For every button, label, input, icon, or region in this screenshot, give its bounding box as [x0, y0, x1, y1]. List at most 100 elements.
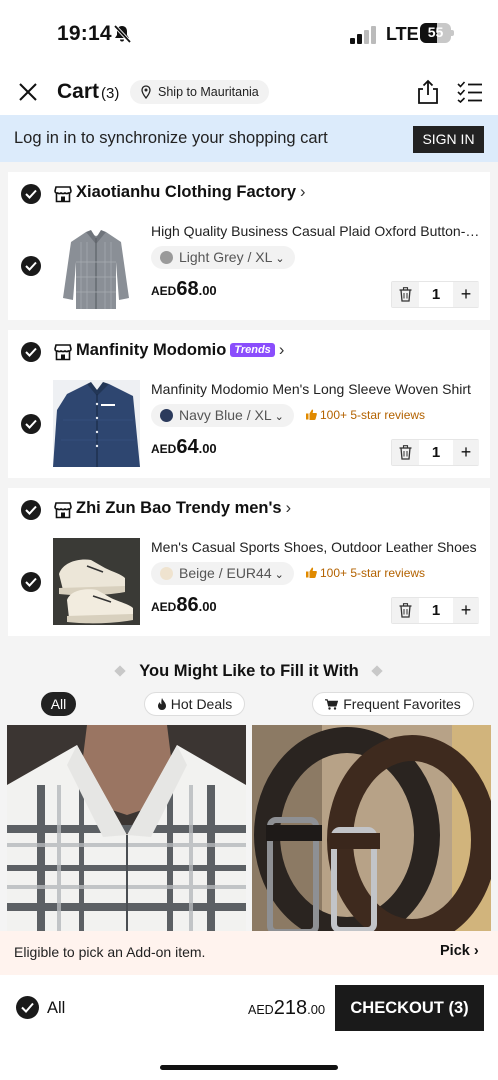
price-currency: AED — [151, 284, 177, 298]
recommendations-section: You Might Like to Fill it With All Hot D… — [0, 636, 498, 936]
store-checkbox[interactable] — [21, 500, 41, 520]
chip-label: Frequent Favorites — [343, 696, 461, 712]
item-checkbox[interactable] — [21, 256, 41, 276]
store-icon — [54, 502, 72, 519]
variant-selector[interactable]: Navy Blue / XL ⌄ — [151, 404, 294, 427]
increase-quantity-button[interactable]: + — [453, 282, 479, 307]
product-title[interactable]: High Quality Business Casual Plaid Oxfor… — [151, 223, 481, 239]
check-icon — [25, 505, 37, 515]
product-image[interactable] — [53, 538, 140, 625]
item-price: AED68.00 — [151, 278, 217, 301]
reviews-text: 100+ 5-star reviews — [320, 566, 426, 580]
trash-icon — [399, 603, 412, 618]
select-all-checkbox[interactable] — [16, 996, 39, 1019]
ship-to-selector[interactable]: Ship to Mauritania — [130, 80, 269, 104]
chip-label: Hot Deals — [170, 696, 233, 712]
product-title[interactable]: Men's Casual Sports Shoes, Outdoor Leath… — [151, 539, 481, 555]
share-icon[interactable] — [416, 79, 440, 105]
location-pin-icon — [141, 85, 151, 99]
reviews-badge: 100+ 5-star reviews — [306, 566, 425, 580]
price-currency: AED — [151, 442, 177, 456]
product-title[interactable]: Manfinity Modomio Men's Long Sleeve Wove… — [151, 381, 481, 397]
page-title-text: Cart — [57, 80, 100, 103]
select-all-label[interactable]: All — [47, 999, 65, 1018]
thumbs-up-icon — [306, 409, 317, 420]
item-price: AED64.00 — [151, 436, 217, 459]
product-image[interactable] — [53, 380, 140, 467]
store-name[interactable]: Manfinity Modomio Trends › — [76, 341, 284, 360]
delete-button[interactable] — [392, 282, 419, 307]
increase-quantity-button[interactable]: + — [453, 598, 479, 623]
network-label: LTE — [386, 24, 419, 44]
trash-icon — [399, 287, 412, 302]
reviews-badge: 100+ 5-star reviews — [306, 408, 425, 422]
bell-muted-icon — [113, 24, 132, 44]
cart-store-group: Manfinity Modomio Trends › Manfinity Modom… — [8, 330, 490, 478]
check-icon — [25, 419, 37, 429]
variant-selector[interactable]: Light Grey / XL ⌄ — [151, 246, 295, 269]
price-integer: 86 — [176, 594, 199, 616]
item-checkbox[interactable] — [21, 572, 41, 592]
filter-chip-frequent-favorites[interactable]: Frequent Favorites — [312, 692, 474, 716]
store-name-text: Xiaotianhu Clothing Factory — [76, 183, 297, 201]
recommended-product-image[interactable] — [7, 725, 246, 936]
store-icon — [54, 186, 72, 203]
store-name-text: Zhi Zun Bao Trendy men's — [76, 499, 282, 517]
checkout-bar: All AED218.00 CHECKOUT (3) — [0, 975, 498, 1080]
store-name-text: Manfinity Modomio — [76, 341, 227, 359]
store-name[interactable]: Xiaotianhu Clothing Factory › — [76, 183, 306, 202]
delete-button[interactable] — [392, 440, 419, 465]
addon-bar: Eligible to pick an Add-on item. Pick › — [0, 931, 498, 975]
sign-in-button[interactable]: SIGN IN — [413, 126, 484, 153]
check-icon — [25, 261, 37, 271]
filter-chip-all[interactable]: All — [41, 692, 76, 716]
product-image[interactable] — [53, 222, 140, 309]
item-price: AED86.00 — [151, 594, 217, 617]
price-integer: 64 — [176, 436, 199, 458]
quantity-value[interactable]: 1 — [420, 440, 452, 465]
price-decimal: .00 — [198, 599, 217, 614]
cart-store-group: Xiaotianhu Clothing Factory › High Qualit… — [8, 172, 490, 320]
battery-level: 55 — [427, 24, 444, 40]
item-checkbox[interactable] — [21, 414, 41, 434]
store-checkbox[interactable] — [21, 342, 41, 362]
battery-icon: 55 — [420, 23, 454, 43]
recommendations-title: You Might Like to Fill it With — [139, 662, 359, 680]
delete-button[interactable] — [392, 598, 419, 623]
login-banner: Log in in to synchronize your shopping c… — [0, 115, 498, 162]
increase-quantity-button[interactable]: + — [453, 440, 479, 465]
cart-icon — [325, 699, 339, 710]
chip-label: All — [50, 696, 67, 712]
total-integer: 218 — [273, 997, 308, 1019]
flame-icon — [157, 698, 166, 710]
check-icon — [25, 577, 37, 587]
variant-selector[interactable]: Beige / EUR44 ⌄ — [151, 562, 294, 585]
status-time: 19:14 — [57, 22, 112, 45]
store-name[interactable]: Zhi Zun Bao Trendy men's › — [76, 499, 291, 518]
checklist-icon[interactable] — [457, 81, 483, 103]
ship-to-label: Ship to Mauritania — [158, 85, 259, 99]
addon-text: Eligible to pick an Add-on item. — [14, 944, 206, 960]
quantity-value[interactable]: 1 — [420, 598, 452, 623]
trash-icon — [399, 445, 412, 460]
quantity-value[interactable]: 1 — [420, 282, 452, 307]
chevron-down-icon: ⌄ — [274, 569, 284, 581]
close-icon[interactable] — [16, 80, 40, 104]
total-decimal: .00 — [307, 1002, 326, 1017]
price-currency: AED — [151, 600, 177, 614]
status-bar: 19:14 LTE 55 — [0, 0, 498, 70]
reviews-text: 100+ 5-star reviews — [320, 408, 426, 422]
filter-chip-hot-deals[interactable]: Hot Deals — [144, 692, 245, 716]
checkout-button[interactable]: CHECKOUT (3) — [335, 985, 484, 1031]
chevron-right-icon: › — [300, 183, 306, 201]
pick-addon-button[interactable]: Pick › — [440, 943, 479, 959]
variant-label: Light Grey / XL — [179, 249, 273, 265]
recommended-product-image[interactable] — [252, 725, 491, 936]
chevron-right-icon: › — [285, 499, 292, 517]
cart-count: (3) — [101, 85, 120, 102]
store-checkbox[interactable] — [21, 184, 41, 204]
chevron-down-icon: ⌄ — [275, 253, 285, 265]
color-swatch — [160, 251, 173, 264]
cart-store-group: Zhi Zun Bao Trendy men's › Men's Casual S… — [8, 488, 490, 636]
store-icon — [54, 344, 72, 361]
